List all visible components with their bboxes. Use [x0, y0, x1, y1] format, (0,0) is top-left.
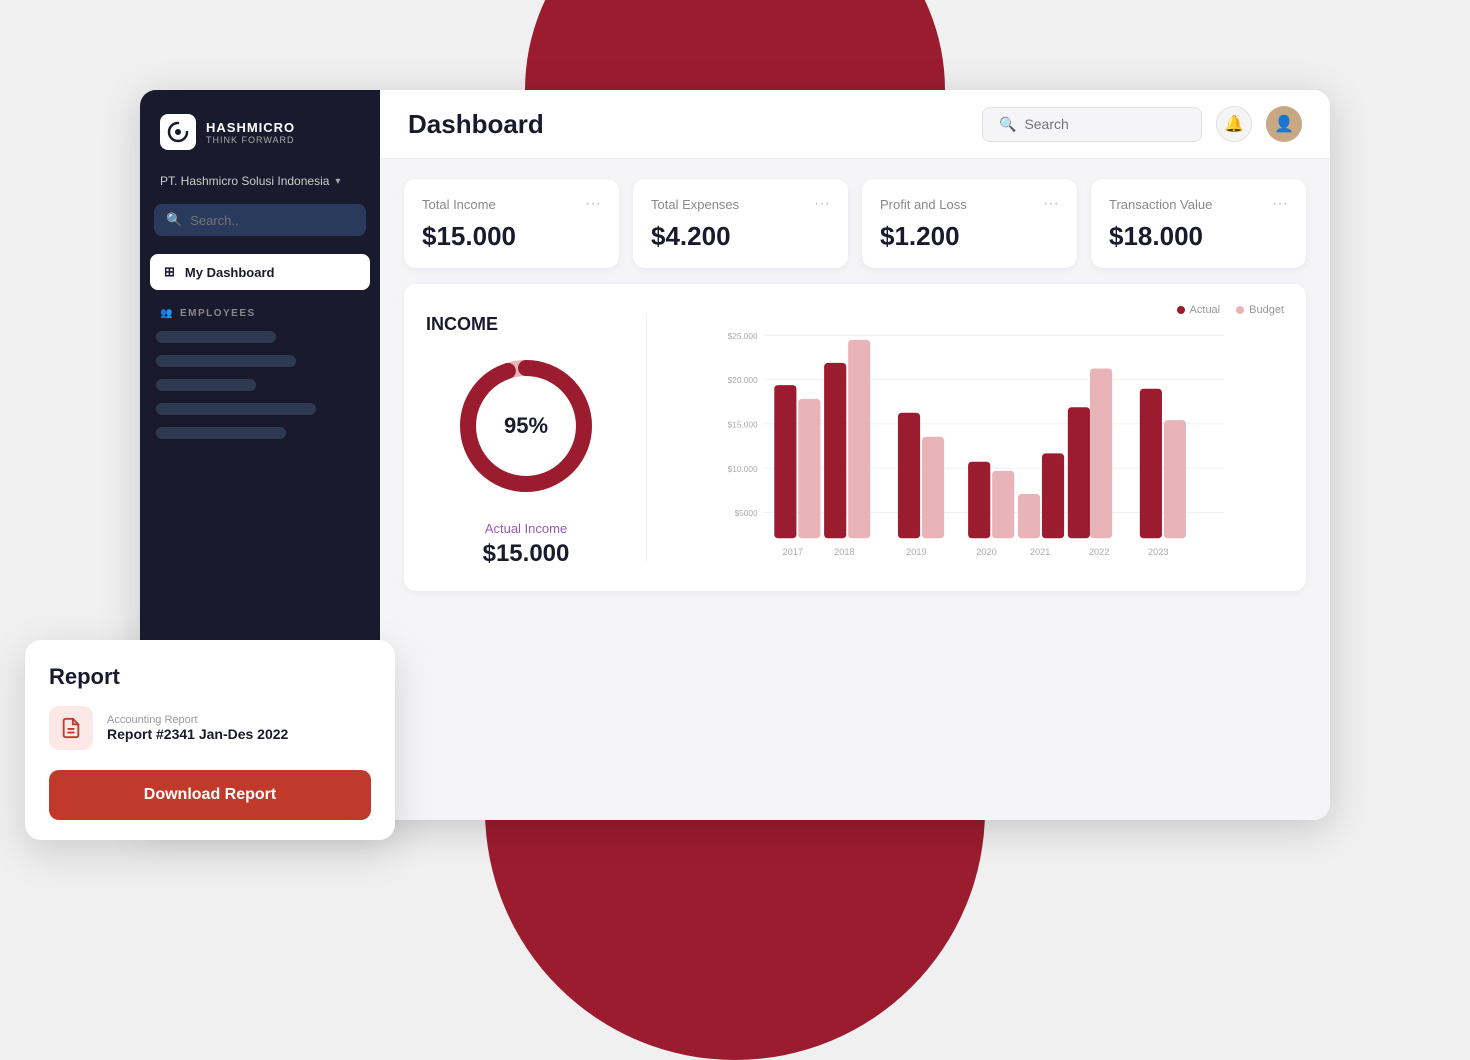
sidebar-logo: HASHMICRO THINK FORWARD [140, 90, 380, 166]
card-more-transaction[interactable]: ··· [1272, 195, 1288, 213]
svg-text:$15.000: $15.000 [728, 420, 758, 430]
sidebar-placeholder-1 [156, 331, 276, 343]
logo-subtitle: THINK FORWARD [206, 135, 295, 145]
notification-button[interactable]: 🔔 [1216, 106, 1252, 142]
svg-text:2022: 2022 [1089, 547, 1110, 557]
legend-actual: Actual [1177, 304, 1221, 316]
actual-income-label: Actual Income [485, 521, 567, 536]
income-left: INCOME 95% Actual Income [426, 304, 626, 571]
sidebar-placeholder-3 [156, 379, 256, 391]
card-total-expenses: Total Expenses ··· $4.200 [633, 179, 848, 268]
report-item: Accounting Report Report #2341 Jan-Des 2… [49, 706, 371, 750]
legend-budget: Budget [1236, 304, 1284, 316]
sidebar-company[interactable]: PT. Hashmicro Solusi Indonesia ▾ [140, 166, 380, 204]
card-value-expenses: $4.200 [651, 221, 830, 252]
legend-actual-label: Actual [1190, 304, 1221, 316]
card-profit-loss: Profit and Loss ··· $1.200 [862, 179, 1077, 268]
topbar: Dashboard 🔍 🔔 👤 [380, 90, 1330, 159]
legend-actual-dot [1177, 306, 1185, 314]
search-bar[interactable]: 🔍 [982, 107, 1202, 142]
section-label-text: EMPLOYEES [180, 308, 256, 319]
download-report-button[interactable]: Download Report [49, 770, 371, 820]
card-value-income: $15.000 [422, 221, 601, 252]
report-item-type: Accounting Report [107, 714, 288, 726]
dashboard-body: Total Income ··· $15.000 Total Expenses … [380, 159, 1330, 820]
income-right: Actual Budget [667, 304, 1284, 571]
sidebar-placeholder-5 [156, 427, 286, 439]
card-more-income[interactable]: ··· [585, 195, 601, 213]
donut-percent: 95% [504, 413, 548, 439]
bar-chart-svg: $25.000 $20.000 $15.000 $10.000 $5000 2 [667, 326, 1284, 566]
legend-budget-dot [1236, 306, 1244, 314]
sidebar-section-employees: 👥 EMPLOYEES [140, 292, 380, 327]
income-card: INCOME 95% Actual Income [404, 284, 1306, 591]
legend-budget-label: Budget [1249, 304, 1284, 316]
card-value-transaction: $18.000 [1109, 221, 1288, 252]
report-card: Report Accounting Report Report #2341 Ja… [25, 640, 395, 840]
svg-text:2020: 2020 [976, 547, 997, 557]
chevron-down-icon: ▾ [335, 176, 340, 187]
logo-text: HASHMICRO THINK FORWARD [206, 120, 295, 145]
svg-text:2019: 2019 [906, 547, 927, 557]
report-info: Accounting Report Report #2341 Jan-Des 2… [107, 714, 288, 742]
page-title: Dashboard [408, 109, 544, 140]
chart-area: $25.000 $20.000 $15.000 $10.000 $5000 2 [667, 326, 1284, 571]
svg-text:$25.000: $25.000 [728, 331, 758, 341]
income-section-title: INCOME [426, 314, 498, 335]
card-more-profit[interactable]: ··· [1043, 195, 1059, 213]
search-icon: 🔍 [166, 212, 182, 228]
svg-text:2017: 2017 [782, 547, 803, 557]
summary-cards: Total Income ··· $15.000 Total Expenses … [404, 179, 1306, 268]
card-more-expenses[interactable]: ··· [814, 195, 830, 213]
card-title-profit: Profit and Loss [880, 197, 967, 212]
donut-chart: 95% [451, 351, 601, 501]
svg-text:2021: 2021 [1030, 547, 1051, 557]
svg-text:2023: 2023 [1148, 547, 1169, 557]
sidebar-search[interactable]: 🔍 [154, 204, 366, 236]
report-icon [49, 706, 93, 750]
card-header-expenses: Total Expenses ··· [651, 195, 830, 213]
card-header-profit: Profit and Loss ··· [880, 195, 1059, 213]
employees-icon: 👥 [160, 308, 174, 319]
logo-icon [160, 114, 196, 150]
report-card-title: Report [49, 664, 371, 690]
sidebar-placeholder-2 [156, 355, 296, 367]
company-name: PT. Hashmicro Solusi Indonesia [160, 174, 329, 188]
chart-legend: Actual Budget [667, 304, 1284, 316]
logo-title: HASHMICRO [206, 120, 295, 135]
report-item-name: Report #2341 Jan-Des 2022 [107, 726, 288, 742]
avatar[interactable]: 👤 [1266, 106, 1302, 142]
svg-text:$20.000: $20.000 [728, 375, 758, 385]
card-title-income: Total Income [422, 197, 496, 212]
search-icon: 🔍 [999, 116, 1016, 133]
sidebar-item-dashboard[interactable]: ⊞ My Dashboard [150, 254, 370, 290]
main-content: Dashboard 🔍 🔔 👤 Total Inco [380, 90, 1330, 820]
sidebar-placeholder-4 [156, 403, 316, 415]
topbar-right: 🔍 🔔 👤 [982, 106, 1302, 142]
card-value-profit: $1.200 [880, 221, 1059, 252]
card-transaction-value: Transaction Value ··· $18.000 [1091, 179, 1306, 268]
dashboard-icon: ⊞ [164, 264, 175, 280]
card-title-transaction: Transaction Value [1109, 197, 1212, 212]
card-title-expenses: Total Expenses [651, 197, 739, 212]
card-header-income: Total Income ··· [422, 195, 601, 213]
card-total-income: Total Income ··· $15.000 [404, 179, 619, 268]
card-header-transaction: Transaction Value ··· [1109, 195, 1288, 213]
chart-divider [646, 314, 647, 561]
actual-income-value: $15.000 [483, 540, 570, 568]
svg-text:$5000: $5000 [735, 508, 758, 518]
svg-text:$10.000: $10.000 [728, 464, 758, 474]
sidebar-item-label: My Dashboard [185, 265, 275, 280]
donut-center: 95% [504, 413, 548, 439]
sidebar-search-input[interactable] [190, 213, 354, 228]
svg-text:2018: 2018 [834, 547, 855, 557]
search-input[interactable] [1024, 116, 1185, 132]
